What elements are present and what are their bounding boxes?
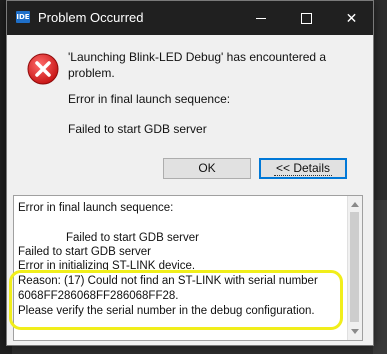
error-icon xyxy=(27,53,59,85)
error-heading: Error in final launch sequence: xyxy=(68,92,231,106)
close-icon[interactable]: ✕ xyxy=(329,1,374,35)
details-line: Failed to start GDB server xyxy=(18,246,151,258)
details-scrollbar[interactable] xyxy=(347,196,362,340)
maximize-icon[interactable] xyxy=(284,1,329,35)
window-title: Problem Occurred xyxy=(38,10,144,25)
minimize-icon[interactable] xyxy=(239,1,284,35)
scroll-down-icon[interactable] xyxy=(351,329,359,334)
dialog-message: 'Launching Blink-LED Debug' has encounte… xyxy=(68,50,327,80)
scroll-up-icon[interactable] xyxy=(351,202,359,207)
details-button-label: << Details xyxy=(273,161,333,176)
details-button[interactable]: << Details xyxy=(259,158,347,179)
ok-button[interactable]: OK xyxy=(163,158,251,179)
details-textarea[interactable]: Error in final launch sequence: Failed t… xyxy=(13,195,363,341)
ide-right-panel xyxy=(373,200,387,354)
error-detail: Failed to start GDB server xyxy=(68,122,207,136)
details-line: Please verify the serial number in the d… xyxy=(18,305,315,317)
scroll-thumb[interactable] xyxy=(350,212,359,322)
details-line: Error in final launch sequence: xyxy=(18,202,174,214)
details-line: 6068FF286068FF286068FF28. xyxy=(18,290,179,302)
title-bar[interactable]: IDE Problem Occurred ✕ xyxy=(7,1,373,35)
details-line: Failed to start GDB server xyxy=(66,232,199,244)
details-line: Error in initializing ST-LINK device. xyxy=(18,260,196,272)
problem-dialog: IDE Problem Occurred ✕ 'Launching Blink-… xyxy=(6,0,374,346)
ide-app-icon: IDE xyxy=(16,11,30,23)
details-line: Reason: (17) Could not find an ST-LINK w… xyxy=(18,275,318,287)
